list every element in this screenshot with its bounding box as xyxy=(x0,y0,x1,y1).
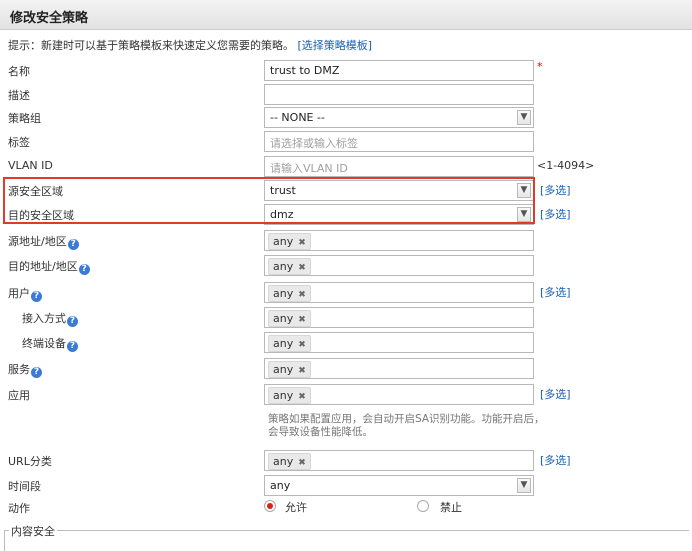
select-template-link[interactable]: [选择策略模板] xyxy=(298,39,373,52)
vlan-label: VLAN ID xyxy=(8,159,53,172)
application-multi-link[interactable]: [多选] xyxy=(540,386,571,402)
row-destination-address: 目的地址/地区? any ✖ xyxy=(0,255,692,280)
dialog-title-bar: 修改安全策略 xyxy=(0,0,692,30)
row-action: 动作 允许 禁止 xyxy=(0,499,692,524)
help-icon[interactable]: ? xyxy=(31,291,42,302)
vlan-input[interactable]: 请输入VLAN ID xyxy=(264,156,534,177)
application-tag: any ✖ xyxy=(268,387,311,404)
device-tag: any ✖ xyxy=(268,335,311,352)
service-input[interactable]: any ✖ xyxy=(264,358,534,379)
destination-address-label: 目的地址/地区? xyxy=(8,258,90,275)
service-tag: any ✖ xyxy=(268,361,311,378)
dialog-title: 修改安全策略 xyxy=(10,11,89,26)
remove-tag-icon[interactable]: ✖ xyxy=(298,366,306,376)
help-icon[interactable]: ? xyxy=(31,367,42,378)
help-icon[interactable]: ? xyxy=(67,239,79,250)
allow-label[interactable]: 允许 xyxy=(285,499,307,515)
row-application: 应用 any ✖ [多选] xyxy=(0,384,692,409)
policy-group-value: -- NONE -- xyxy=(270,111,325,124)
hint-text: 提示：新建时可以基于策略模板来快速定义您需要的策略。 xyxy=(8,39,294,52)
row-description: 描述 xyxy=(0,84,692,109)
remove-tag-icon[interactable]: ✖ xyxy=(298,340,306,350)
hint-line: 提示：新建时可以基于策略模板来快速定义您需要的策略。 [选择策略模板] xyxy=(8,37,372,53)
time-range-value: any xyxy=(270,479,291,492)
chevron-down-icon[interactable]: ▼ xyxy=(517,110,531,125)
row-policy-group: 策略组 -- NONE -- ▼ xyxy=(0,107,692,132)
application-label: 应用 xyxy=(8,389,30,402)
time-range-select[interactable]: any ▼ xyxy=(264,475,534,496)
content-security-section: 内容安全 xyxy=(4,523,689,551)
time-range-label: 时间段 xyxy=(8,480,41,493)
description-label: 描述 xyxy=(8,89,30,102)
url-category-label: URL分类 xyxy=(8,455,52,468)
application-note: 策略如果配置应用，会自动开启SA识别功能。功能开启后，会导致设备性能降低。 xyxy=(268,413,545,438)
source-zone-value: trust xyxy=(270,184,296,197)
service-label: 服务? xyxy=(8,361,42,378)
remove-tag-icon[interactable]: ✖ xyxy=(298,238,306,248)
row-access-method: 接入方式? any ✖ xyxy=(0,307,692,332)
row-destination-zone: 目的安全区域 dmz ▼ [多选] xyxy=(0,204,692,229)
row-name: 名称 trust to DMZ * xyxy=(0,60,692,85)
name-input[interactable]: trust to DMZ xyxy=(264,60,534,81)
description-input[interactable] xyxy=(264,84,534,105)
row-service: 服务? any ✖ xyxy=(0,358,692,383)
access-method-label: 接入方式? xyxy=(22,310,78,327)
url-category-input[interactable]: any ✖ xyxy=(264,450,534,471)
access-method-input[interactable]: any ✖ xyxy=(264,307,534,328)
policy-group-label: 策略组 xyxy=(8,112,41,125)
chevron-down-icon[interactable]: ▼ xyxy=(517,207,531,222)
help-icon[interactable]: ? xyxy=(67,341,78,352)
row-time-range: 时间段 any ▼ xyxy=(0,475,692,500)
vlan-range-hint: <1-4094> xyxy=(537,159,595,172)
row-terminal-device: 终端设备? any ✖ xyxy=(0,332,692,357)
url-category-multi-link[interactable]: [多选] xyxy=(540,452,571,468)
row-source-zone: 源安全区域 trust ▼ [多选] xyxy=(0,180,692,205)
tag-label: 标签 xyxy=(8,136,30,149)
remove-tag-icon[interactable]: ✖ xyxy=(298,315,306,325)
user-label: 用户? xyxy=(8,285,42,302)
destination-zone-select[interactable]: dmz ▼ xyxy=(264,204,534,225)
action-label: 动作 xyxy=(8,502,30,515)
user-multi-link[interactable]: [多选] xyxy=(540,284,571,300)
source-zone-select[interactable]: trust ▼ xyxy=(264,180,534,201)
chevron-down-icon[interactable]: ▼ xyxy=(517,478,531,493)
remove-tag-icon[interactable]: ✖ xyxy=(298,290,306,300)
deny-label[interactable]: 禁止 xyxy=(440,499,462,515)
url-tag: any ✖ xyxy=(268,453,311,470)
address-tag: any ✖ xyxy=(268,258,311,275)
required-marker: * xyxy=(537,60,543,73)
source-zone-multi-link[interactable]: [多选] xyxy=(540,182,571,198)
row-url-category: URL分类 any ✖ [多选] xyxy=(0,450,692,475)
allow-radio[interactable] xyxy=(264,500,276,512)
help-icon[interactable]: ? xyxy=(67,316,78,327)
content-security-legend: 内容安全 xyxy=(9,523,57,539)
address-tag: any ✖ xyxy=(268,233,311,250)
remove-tag-icon[interactable]: ✖ xyxy=(298,263,306,273)
destination-zone-label: 目的安全区域 xyxy=(8,209,74,222)
chevron-down-icon[interactable]: ▼ xyxy=(517,183,531,198)
user-input[interactable]: any ✖ xyxy=(264,282,534,303)
user-tag: any ✖ xyxy=(268,285,311,302)
source-address-input[interactable]: any ✖ xyxy=(264,230,534,251)
destination-zone-value: dmz xyxy=(270,208,294,221)
remove-tag-icon[interactable]: ✖ xyxy=(298,392,306,402)
destination-address-input[interactable]: any ✖ xyxy=(264,255,534,276)
row-tag: 标签 请选择或输入标签 xyxy=(0,131,692,156)
row-source-address: 源地址/地区? any ✖ xyxy=(0,230,692,255)
row-vlan: VLAN ID 请输入VLAN ID <1-4094> xyxy=(0,156,692,181)
application-input[interactable]: any ✖ xyxy=(264,384,534,405)
terminal-device-label: 终端设备? xyxy=(22,335,78,352)
policy-group-select[interactable]: -- NONE -- ▼ xyxy=(264,107,534,128)
source-address-label: 源地址/地区? xyxy=(8,233,79,250)
name-label: 名称 xyxy=(8,65,30,78)
remove-tag-icon[interactable]: ✖ xyxy=(298,458,306,468)
row-user: 用户? any ✖ [多选] xyxy=(0,282,692,307)
help-icon[interactable]: ? xyxy=(78,264,90,275)
deny-radio[interactable] xyxy=(417,500,429,512)
source-zone-label: 源安全区域 xyxy=(8,185,63,198)
terminal-device-input[interactable]: any ✖ xyxy=(264,332,534,353)
access-tag: any ✖ xyxy=(268,310,311,327)
destination-zone-multi-link[interactable]: [多选] xyxy=(540,206,571,222)
tag-input[interactable]: 请选择或输入标签 xyxy=(264,131,534,152)
